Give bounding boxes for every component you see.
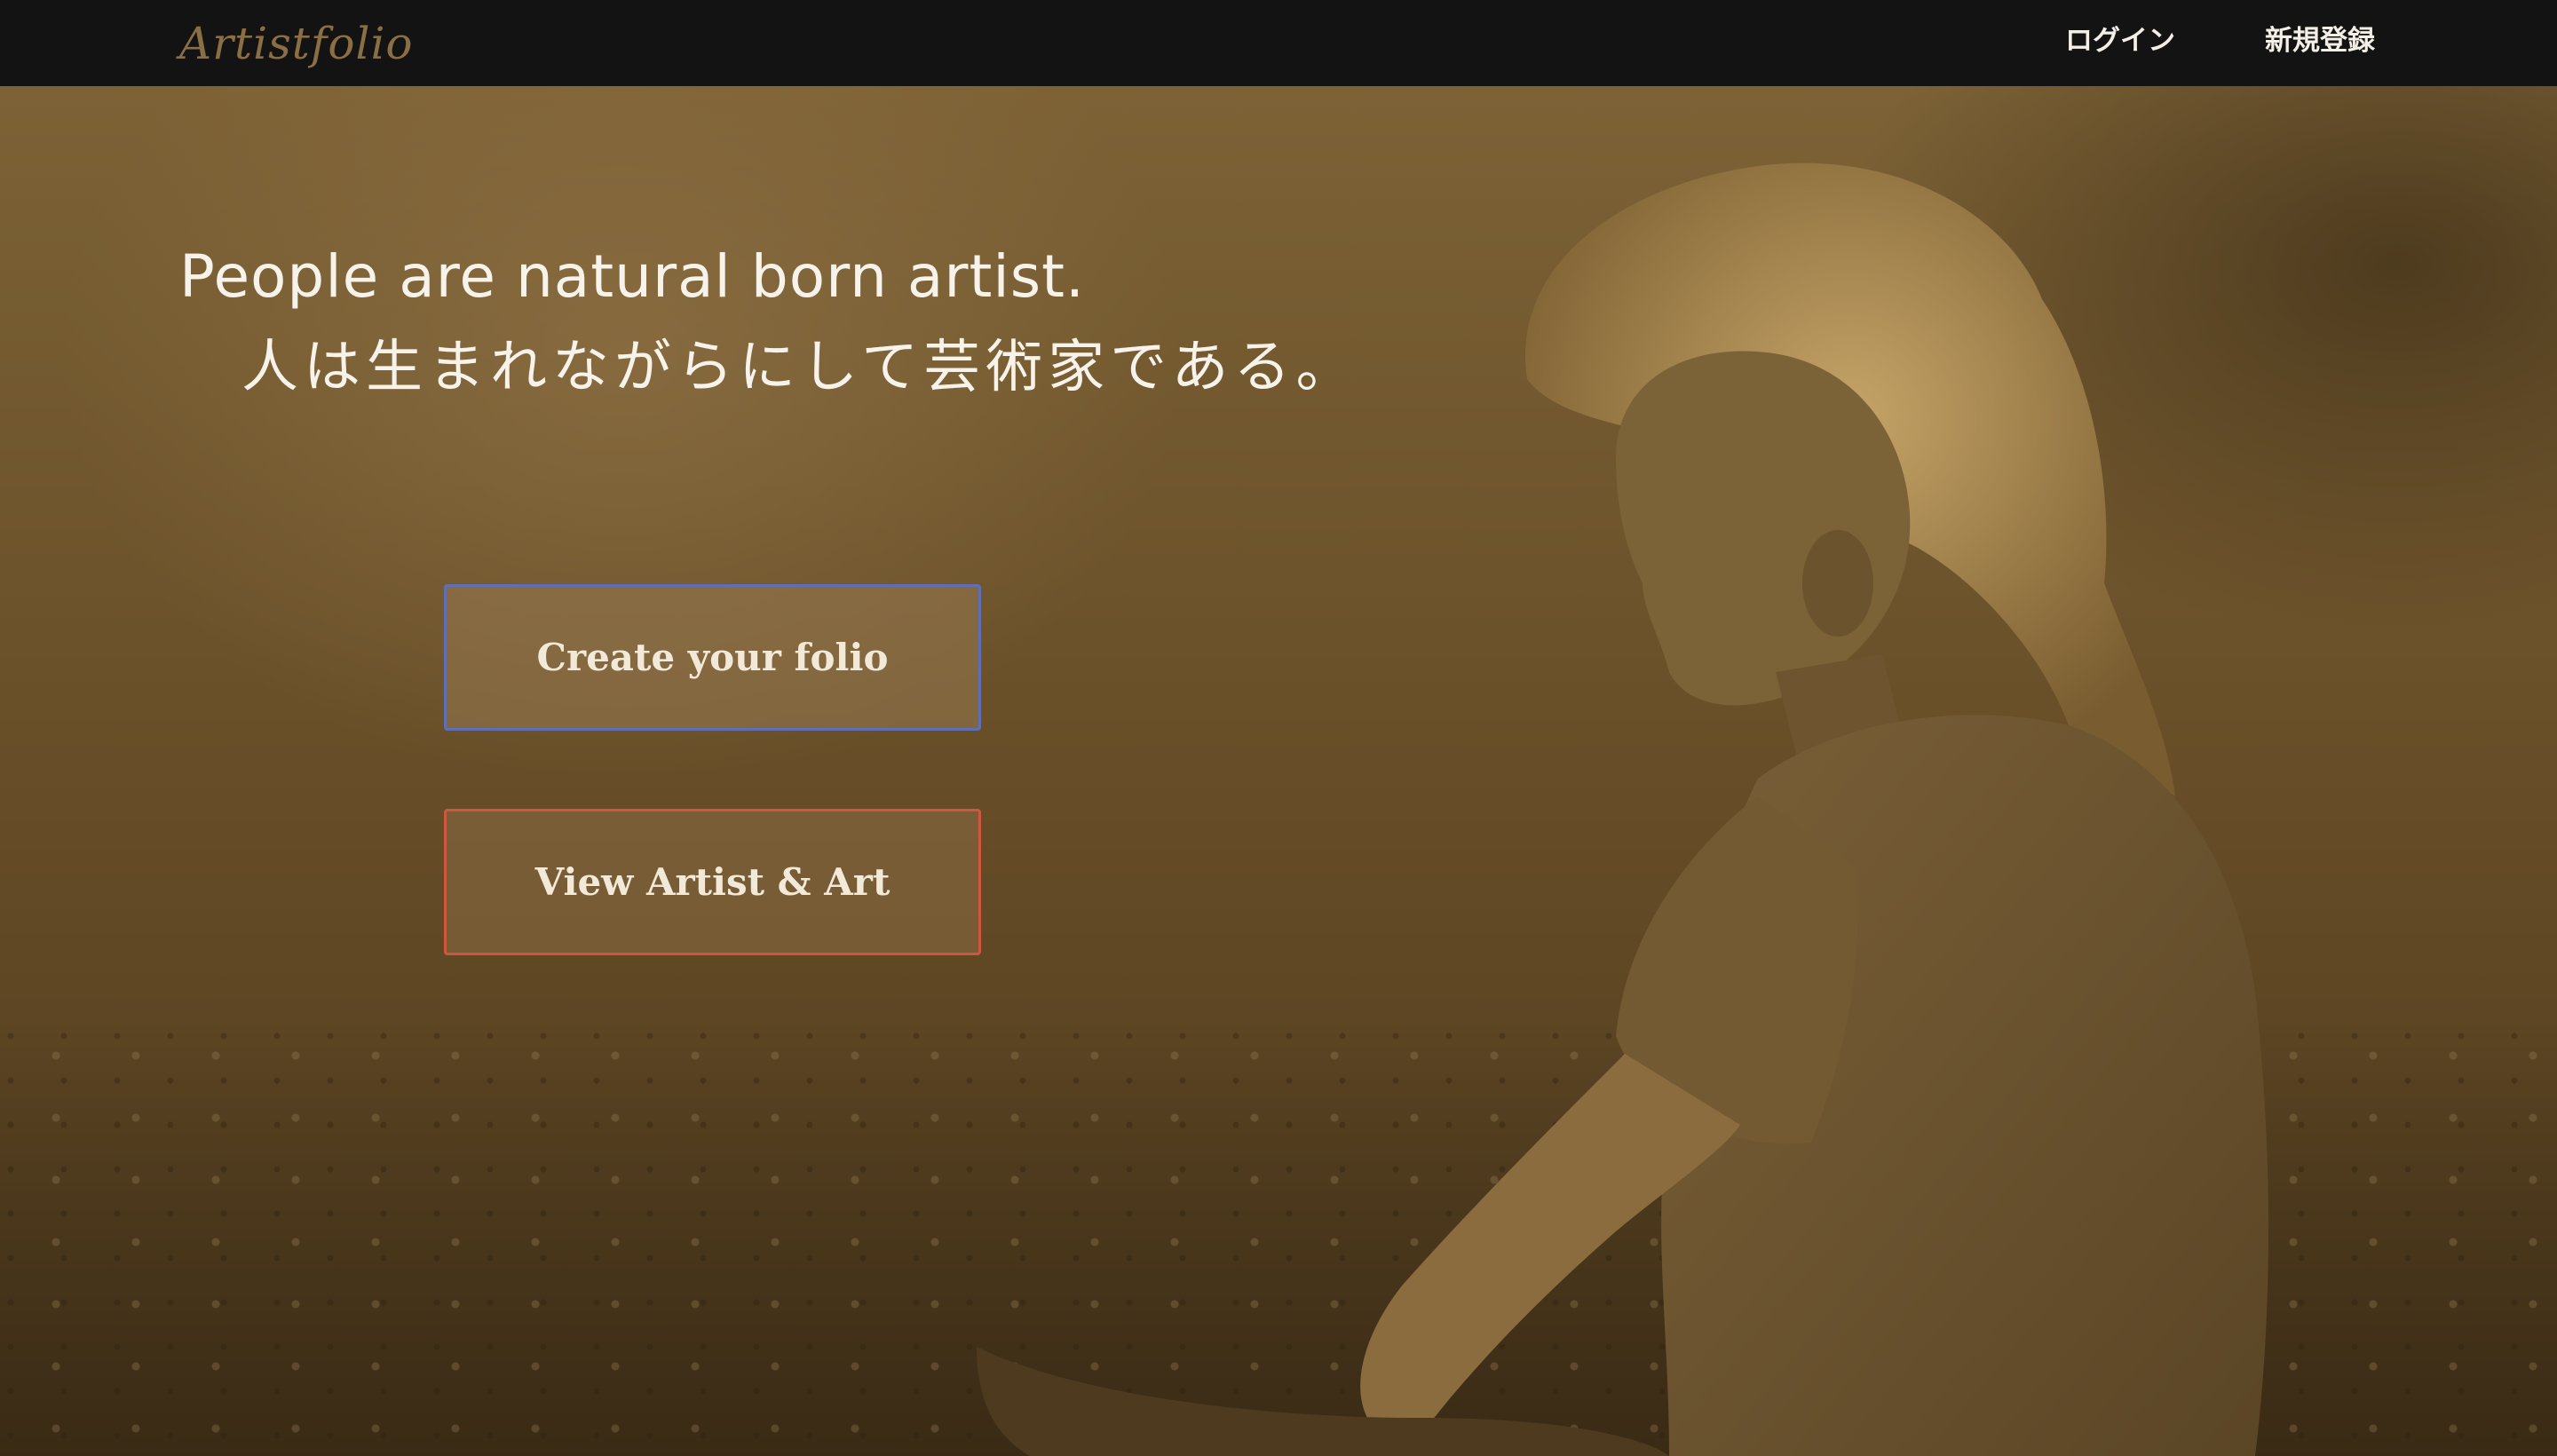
nav-register-link[interactable]: 新規登録 xyxy=(2265,20,2375,62)
top-navbar: Artistfolio ログイン 新規登録 xyxy=(0,0,2557,86)
hero-headline-japanese: 人は生まれながらにして芸術家である。 xyxy=(241,335,1358,400)
create-folio-button[interactable]: Create your folio xyxy=(444,584,981,731)
hero-section: People are natural born artist. 人は生まれながら… xyxy=(0,86,2557,1456)
nav-login-link[interactable]: ログイン xyxy=(2065,20,2175,62)
hero-headline-english: People are natural born artist. xyxy=(179,242,1085,311)
view-artist-art-button[interactable]: View Artist & Art xyxy=(444,809,981,955)
brand-logo[interactable]: Artistfolio xyxy=(179,12,414,75)
